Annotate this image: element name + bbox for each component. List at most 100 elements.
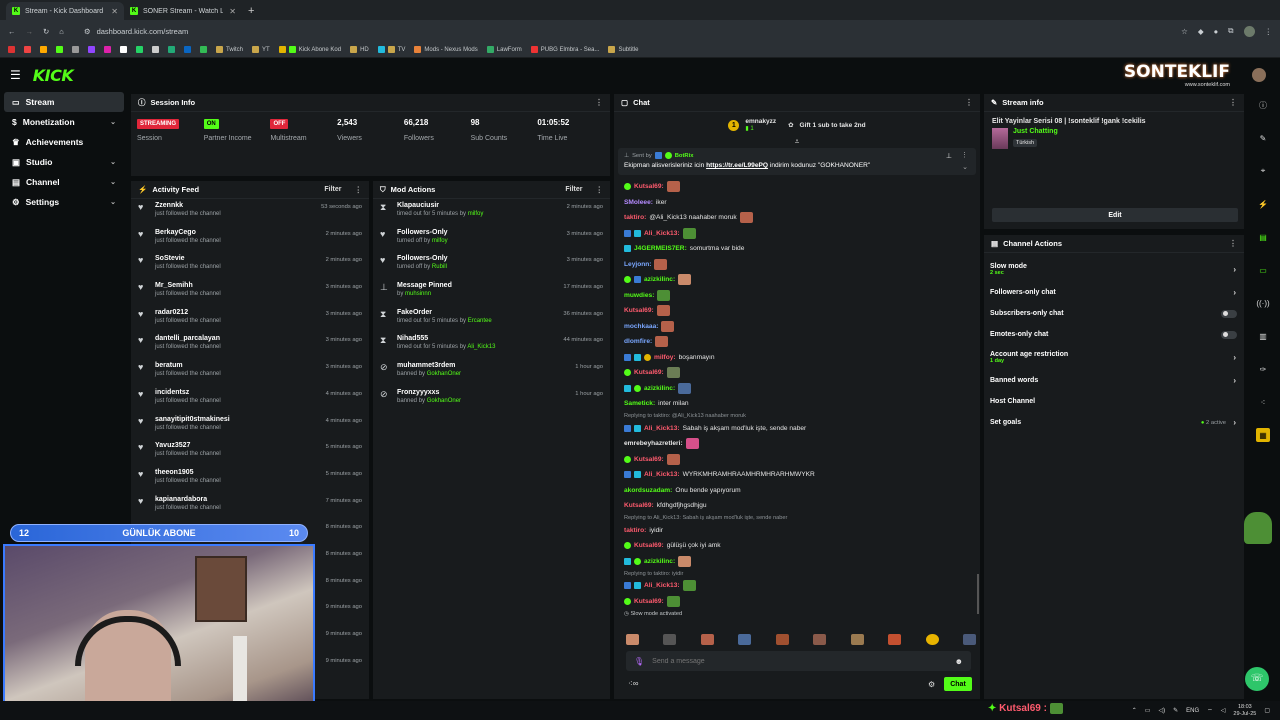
sidebar-item-stream[interactable]: ▭ Stream (4, 92, 124, 112)
chat-message[interactable]: emrebeyhazretleri: (614, 436, 980, 452)
list-item[interactable]: ⊥ Message Pinned by muhsinnn 17 minutes ago (373, 279, 610, 306)
emote-icon[interactable] (700, 634, 714, 645)
moderator-name[interactable]: milfoy (432, 238, 448, 244)
moderator-name[interactable]: Rubill (432, 264, 447, 270)
back-icon[interactable]: ← (8, 27, 16, 36)
moderator-name[interactable]: Ercantee (468, 318, 492, 324)
chat-message[interactable]: Kutsal69: gülüşü çok iyi amk (614, 538, 980, 554)
info-icon[interactable]: ⓘ (1256, 98, 1270, 112)
chat-message[interactable]: Kutsal69: (614, 452, 980, 468)
emotes-only-row[interactable]: Emotes-only chat (984, 324, 1244, 345)
chat-message[interactable]: azizkilinc: (614, 381, 980, 397)
chat-message[interactable]: mochkaaa: (614, 319, 980, 335)
account-age-row[interactable]: Account age restriction 1 day › (984, 345, 1244, 370)
chat-message[interactable]: Ali_Kick13: Sabah iş akşam mod'luk işte, … (614, 421, 980, 437)
list-item[interactable]: ⧗ Nihad555 timed out for 5 minutes by Ali_… (373, 332, 610, 359)
bookmark-lawform[interactable]: LawForm (486, 46, 522, 53)
chat-filter-icon[interactable]: ⩡ (614, 138, 980, 148)
moderator-name[interactable]: GokhanOner (427, 371, 461, 377)
chat-username[interactable]: dlomfire: (624, 338, 652, 345)
followers-only-row[interactable]: Followers-only chat › (984, 282, 1244, 303)
share-icon[interactable]: ⁖ (1256, 395, 1270, 409)
chat-message[interactable]: akordsuzadam: Onu bende yapıyorum (614, 483, 980, 499)
kick-logo[interactable]: KICK (33, 66, 74, 85)
target-icon[interactable]: ⌖ (1256, 164, 1270, 178)
pinned-sender[interactable]: BotRix (675, 153, 694, 159)
gift-leaderboard[interactable]: 1 emnakyzz ▮ 1 ✿ Gift 1 sub to take 2nd (614, 112, 980, 138)
bookmark-favicon-icon[interactable] (184, 46, 191, 53)
banned-words-row[interactable]: Banned words › (984, 370, 1244, 391)
chat-username[interactable]: mochkaaa: (624, 323, 658, 330)
chat-message[interactable]: milfoy: boşanmayın (614, 350, 980, 366)
more-options-icon[interactable]: ⋮ (595, 98, 603, 107)
moderator-name[interactable]: muhsinnn (405, 291, 431, 297)
chat-username[interactable]: Kutsal69: (634, 598, 664, 605)
moderator-name[interactable]: milfoy (468, 211, 484, 217)
chat-input-box[interactable]: 🎙 ☻ (626, 651, 971, 671)
emote-icon[interactable] (775, 634, 789, 645)
slow-mode-row[interactable]: Slow mode 2 sec › (984, 257, 1244, 282)
chat-username[interactable]: Ali_Kick13: (644, 582, 680, 589)
category-thumbnail[interactable] (992, 128, 1008, 149)
sound-icon[interactable]: ◁ (1221, 707, 1226, 714)
list-item[interactable]: ♥ incidentsz just followed the channel 4 mi… (131, 386, 369, 413)
pinned-message[interactable]: ⊥ Sent by BotRix Ekipman alisverislerini… (618, 148, 976, 175)
bookmark-favicon-icon[interactable] (168, 46, 175, 53)
chat-username[interactable]: Kutsal69: (634, 183, 664, 190)
list-item[interactable]: ♥ BerkayCego just followed the channel 2 mi… (131, 226, 369, 253)
bookmark-subtitle[interactable]: Subtitle (608, 46, 638, 53)
bookmark-favicon-icon[interactable] (120, 46, 127, 53)
microphone-icon[interactable]: 🎙 (634, 657, 644, 666)
bookmark-yt[interactable]: YT (252, 46, 270, 53)
bookmark-favicon-icon[interactable] (8, 46, 15, 53)
list-item[interactable]: ♥ Followers-Only turned off by milfoy 3 min… (373, 226, 610, 253)
chat-message[interactable]: Ali_Kick13: (614, 578, 980, 594)
chat-username[interactable]: Ali_Kick13: (644, 471, 680, 478)
emote-icon[interactable] (850, 634, 864, 645)
sidebar-item-settings[interactable]: ⚙ Settings ⌄ (4, 192, 124, 212)
bookmark-favicon-icon[interactable] (200, 46, 207, 53)
chevron-down-icon[interactable]: ⌄ (962, 163, 968, 171)
category-link[interactable]: Just Chatting (1013, 128, 1058, 135)
bookmark-favicon-icon[interactable] (40, 46, 47, 53)
reply-context[interactable]: Replying to taktiro: iyidir (614, 569, 980, 578)
moderator-name[interactable]: GokhanOner (427, 398, 461, 404)
chat-username[interactable]: Kutsal69: (634, 542, 664, 549)
extensions-puzzle-icon[interactable]: ⧉ (1228, 26, 1233, 36)
chat-message[interactable]: Ali_Kick13: (614, 226, 980, 242)
sidebar-item-channel[interactable]: ▤ Channel ⌄ (4, 172, 124, 192)
network-icon[interactable]: ▭ (1145, 707, 1151, 714)
reply-context[interactable]: Replying to Ali_Kick13: Sabah iş akşam m… (614, 514, 980, 523)
chat-message[interactable]: azizkilinc: (614, 272, 980, 288)
chat-message[interactable]: taktiro: iyidir (614, 523, 980, 539)
chat-message[interactable]: Kutsal69: (614, 179, 980, 195)
more-options-icon[interactable]: ⋮ (965, 98, 973, 107)
chat-username[interactable]: Kutsal69: (634, 369, 664, 376)
chat-message[interactable]: Kutsal69: (614, 365, 980, 381)
wrench-icon[interactable]: ✑ (1256, 362, 1270, 376)
new-tab-icon[interactable]: + (248, 5, 254, 17)
bookmark-favicon-icon[interactable] (88, 46, 95, 53)
chat-message[interactable]: Sametick: inter milan (614, 396, 980, 412)
emote-icon[interactable] (738, 634, 752, 645)
set-goals-row[interactable]: Set goals ● 2 active › (984, 412, 1244, 433)
chat-message[interactable]: Kutsal69: kfdhgdfjhgsdhjgu (614, 498, 980, 514)
bookmark-kick-abone-kod[interactable]: Kick Abone Kod (278, 46, 341, 53)
chat-username[interactable]: Leyjonn: (624, 261, 651, 268)
chat-username[interactable]: azizkilinc: (644, 276, 675, 283)
chat-username[interactable]: emrebeyhazretleri: (624, 440, 683, 447)
chat-message[interactable]: Ali_Kick13: WYRKMHRAMHRAAMHRMHRARHMWYKR (614, 467, 980, 483)
volume-icon[interactable]: ◁) (1158, 707, 1165, 714)
chat-username[interactable]: milfoy: (654, 354, 676, 361)
moderator-name[interactable]: Ali_Kick13 (467, 344, 495, 350)
chat-username[interactable]: azizkilinc: (644, 558, 675, 565)
edit-stream-info-button[interactable]: Edit (992, 208, 1238, 222)
tray-chevron-icon[interactable]: ⌃ (1132, 707, 1137, 714)
sidebar-item-studio[interactable]: ▣ Studio ⌄ (4, 152, 124, 172)
chat-username[interactable]: Kutsal69: (634, 456, 664, 463)
reply-context[interactable]: Replying to taktiro: @Ali_Kick13 naahabe… (614, 412, 980, 421)
emotes-only-toggle[interactable] (1221, 330, 1237, 339)
close-tab-icon[interactable]: ✕ (229, 7, 236, 16)
list-item[interactable]: ♥ Yavuz3527 just followed the channel 5 min… (131, 439, 369, 466)
chat-username[interactable]: azizkilinc: (644, 385, 675, 392)
